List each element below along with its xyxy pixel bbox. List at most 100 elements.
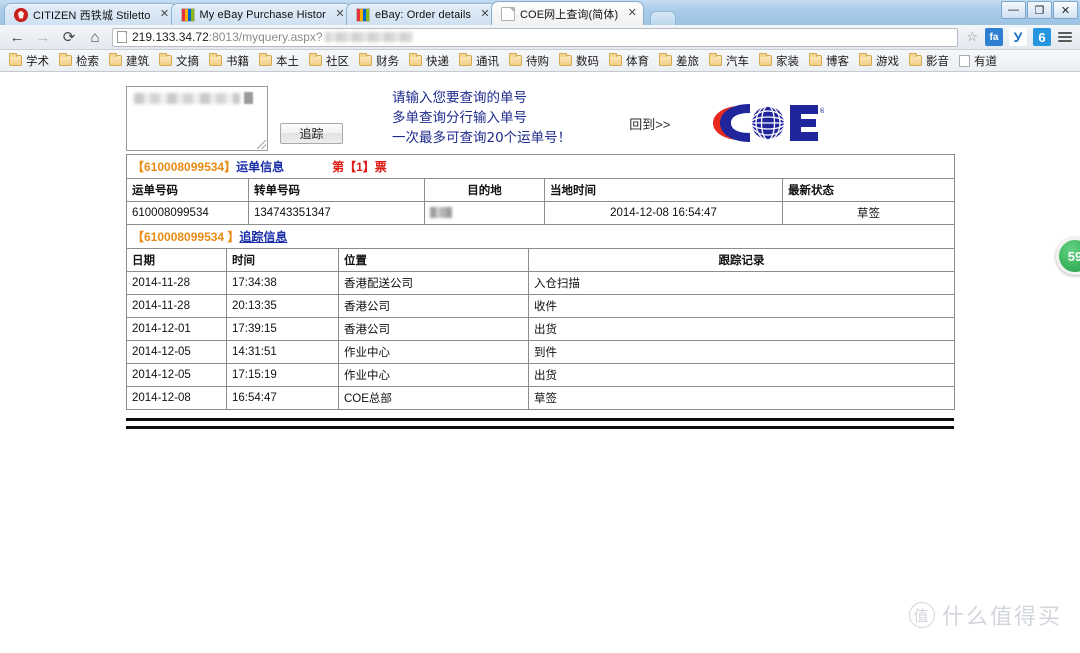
ebay-icon [180, 7, 195, 22]
waybill-header-row: 运单号码 转单号码 目的地 当地时间 最新状态 [126, 178, 956, 202]
tab-close-icon[interactable]: ✕ [478, 8, 492, 22]
cell-record: 到件 [528, 340, 955, 364]
six-extension-icon[interactable]: 6 [1033, 28, 1051, 46]
col-date: 日期 [126, 248, 227, 272]
home-icon[interactable]: ⌂ [82, 26, 108, 48]
bookmark-item[interactable]: 建筑 [104, 53, 154, 69]
watermark: 值 什么值得买 [908, 599, 1062, 631]
window-close-button[interactable]: ✕ [1053, 1, 1078, 19]
new-tab-button[interactable] [650, 11, 677, 25]
bookmark-item[interactable]: 检索 [54, 53, 104, 69]
bookmark-label: 影音 [926, 55, 949, 68]
bookmark-item[interactable]: 体育 [604, 53, 654, 69]
cell-date: 2014-12-05 [126, 340, 227, 364]
bookmark-item[interactable]: 社区 [304, 53, 354, 69]
instruction-line-3: 一次最多可查询20个运单号！ [392, 130, 572, 146]
cell-location: 香港公司 [338, 294, 529, 318]
text-cursor [244, 92, 253, 104]
bookmark-item[interactable]: 快递 [404, 53, 454, 69]
col-location: 位置 [338, 248, 529, 272]
watermark-logo-icon: 值 [908, 602, 935, 628]
bookmark-item[interactable]: 通讯 [454, 53, 504, 69]
bookmark-item[interactable]: 汽车 [704, 53, 754, 69]
bookmark-item[interactable]: 文摘 [154, 53, 204, 69]
bookmark-item[interactable]: 本土 [254, 53, 304, 69]
bookmark-item[interactable]: 博客 [804, 53, 854, 69]
bookmark-label: 本土 [276, 55, 299, 68]
tab-citizen[interactable]: CITIZEN 西铁城 Stiletto ✕ [4, 3, 177, 25]
back-icon[interactable]: ← [4, 26, 30, 48]
citizen-icon [14, 7, 28, 22]
maximize-button[interactable]: ❐ [1027, 1, 1052, 19]
coe-tracking-page: 追踪 请输入您要查询的单号 多单查询分行输入单号 一次最多可查询20个运单号！ … [0, 72, 1080, 653]
redacted-input-value [134, 93, 240, 104]
tab-coe-query[interactable]: COE网上查询(简体) ✕ [491, 1, 645, 25]
fa-extension-icon[interactable]: fa [985, 28, 1003, 46]
waybill-section-header-row: 【610008099534】运单信息 第【1】票 [125, 154, 956, 179]
bookmark-label: 差旅 [676, 55, 699, 68]
bookmark-item[interactable]: 学术 [4, 53, 54, 69]
cell-time: 14:31:51 [226, 340, 339, 364]
minimize-button[interactable]: — [1001, 1, 1026, 19]
tracking-section-header-row: 【610008099534 】追踪信息 [126, 224, 955, 249]
bookmark-item[interactable]: 游戏 [854, 53, 904, 69]
col-destination: 目的地 [424, 178, 545, 202]
ebay-icon [355, 7, 370, 22]
track-button[interactable]: 追踪 [280, 123, 343, 144]
cell-date: 2014-12-08 [126, 386, 227, 410]
cell-location: 作业中心 [338, 363, 529, 387]
cell-time: 17:15:19 [226, 363, 339, 387]
tab-ebay-order-details[interactable]: eBay: Order details ✕ [345, 3, 497, 25]
folder-icon [909, 53, 922, 66]
bookmark-item[interactable]: 待购 [504, 53, 554, 69]
back-link[interactable]: 回到>> [629, 114, 670, 133]
tab-close-icon[interactable]: ✕ [333, 8, 347, 22]
rule-line [126, 418, 954, 421]
menu-icon[interactable] [1054, 28, 1076, 46]
bookmark-item[interactable]: 财务 [354, 53, 404, 69]
folder-icon [509, 53, 522, 66]
cell-destination [424, 201, 545, 225]
waybill-section-header: 【610008099534】运单信息 第【1】票 [125, 154, 956, 179]
url-path: :8013/myquery.aspx? [208, 30, 323, 44]
tracking-rows-body: 2014-11-28 17:34:38 香港配送公司 入仓扫描 2014-11-28 20… [126, 271, 955, 410]
reload-icon[interactable]: ⟳ [56, 26, 82, 48]
bookmark-label: 学术 [26, 55, 49, 68]
resize-handle-icon[interactable] [257, 140, 266, 149]
bookmark-label: 体育 [626, 55, 649, 68]
folder-icon [9, 53, 22, 66]
col-record: 跟踪记录 [528, 248, 955, 272]
query-form-section: 追踪 请输入您要查询的单号 多单查询分行输入单号 一次最多可查询20个运单号！ … [0, 72, 1080, 151]
yandex-extension-icon[interactable]: У [1009, 28, 1027, 46]
instructions-text: 请输入您要查询的单号 多单查询分行输入单号 一次最多可查询20个运单号！ [392, 88, 571, 148]
bookmark-label: 建筑 [126, 55, 149, 68]
waybill-info-label: 运单信息 [236, 160, 285, 174]
cell-latest-status: 草签 [781, 201, 956, 225]
waybill-number-textarea[interactable] [126, 86, 268, 151]
folder-icon [759, 53, 772, 66]
bookmark-label: 检索 [76, 55, 99, 68]
address-bar[interactable]: 219.133.34.72 :8013/myquery.aspx? [112, 27, 959, 47]
tab-close-icon[interactable]: ✕ [158, 8, 172, 22]
cell-time: 20:13:35 [226, 294, 339, 318]
tab-strip: CITIZEN 西铁城 Stiletto ✕ My eBay Purchase … [0, 0, 1080, 25]
tracking-info-table: 【610008099534 】追踪信息 日期 时间 位置 跟踪记录 2014-1… [126, 224, 955, 410]
instruction-line-2: 多单查询分行输入单号 [392, 110, 527, 126]
bookmark-item[interactable]: 有道 [954, 53, 1002, 69]
tab-close-icon[interactable]: ✕ [625, 7, 639, 21]
cell-location: 作业中心 [338, 340, 529, 364]
cell-date: 2014-12-01 [126, 317, 227, 341]
forward-icon[interactable]: → [30, 26, 56, 48]
bookmark-item[interactable]: 差旅 [654, 53, 704, 69]
window-controls: — ❐ ✕ [1001, 1, 1078, 19]
folder-icon [259, 53, 272, 66]
bookmark-item[interactable]: 书籍 [204, 53, 254, 69]
score-badge[interactable]: 59 [1056, 237, 1080, 275]
folder-icon [709, 53, 722, 66]
bookmark-item[interactable]: 数码 [554, 53, 604, 69]
tab-ebay-purchase-history[interactable]: My eBay Purchase Histor ✕ [170, 3, 352, 25]
bookmark-item[interactable]: 影音 [904, 53, 954, 69]
bookmark-star-icon[interactable]: ☆ [962, 29, 982, 45]
bookmark-item[interactable]: 家装 [754, 53, 804, 69]
bookmark-label: 家装 [776, 55, 799, 68]
